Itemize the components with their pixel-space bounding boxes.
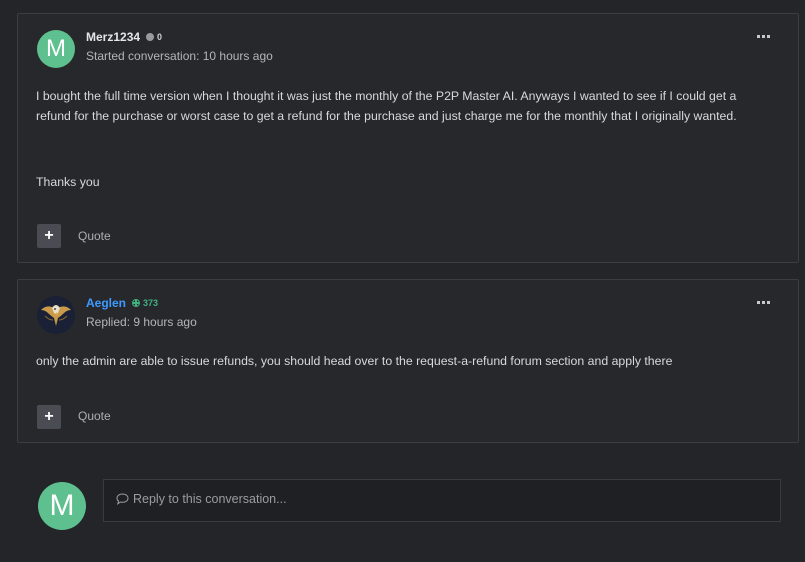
reply-placeholder-text: Reply to this conversation... (133, 492, 287, 506)
more-options-icon[interactable] (757, 301, 770, 304)
speech-bubble-icon (116, 493, 129, 505)
user-avatar[interactable]: M (37, 30, 75, 68)
multiquote-plus-button[interactable]: + (37, 224, 61, 248)
author-name[interactable]: Aeglen (86, 296, 126, 310)
quote-button[interactable]: Quote (78, 229, 111, 243)
reputation-count: 0 (157, 32, 163, 42)
multiquote-plus-button[interactable]: + (37, 405, 61, 429)
post-meta: Replied: 9 hours ago (86, 315, 197, 329)
post-paragraph: Thanks you (36, 175, 100, 189)
more-options-icon[interactable] (757, 35, 770, 38)
author-name-link[interactable]: Aeglen 373 (86, 296, 158, 310)
reputation-badge: 0 (146, 32, 162, 42)
reputation-plus-icon (132, 299, 141, 307)
reputation-neutral-icon (146, 33, 155, 41)
reply-placeholder[interactable]: Reply to this conversation... (116, 492, 287, 506)
reputation-badge: 373 (132, 298, 158, 308)
eagle-avatar-icon[interactable] (37, 296, 75, 334)
reputation-count: 373 (143, 298, 159, 308)
post-meta: Started conversation: 10 hours ago (86, 49, 273, 63)
quote-button[interactable]: Quote (78, 409, 111, 423)
author-name[interactable]: Merz1234 (86, 30, 140, 44)
author-name-link[interactable]: Merz1234 0 (86, 30, 162, 44)
post-paragraph: only the admin are able to issue refunds… (36, 354, 673, 368)
post-paragraph: I bought the full time version when I th… (36, 89, 737, 123)
current-user-avatar: M (38, 482, 86, 530)
message-post-1: M Merz1234 0 Started conversation: 10 ho… (17, 13, 799, 263)
message-post-2: Aeglen 373 Replied: 9 hours ago only the… (17, 279, 799, 443)
reply-editor[interactable]: Reply to this conversation... (103, 479, 781, 522)
